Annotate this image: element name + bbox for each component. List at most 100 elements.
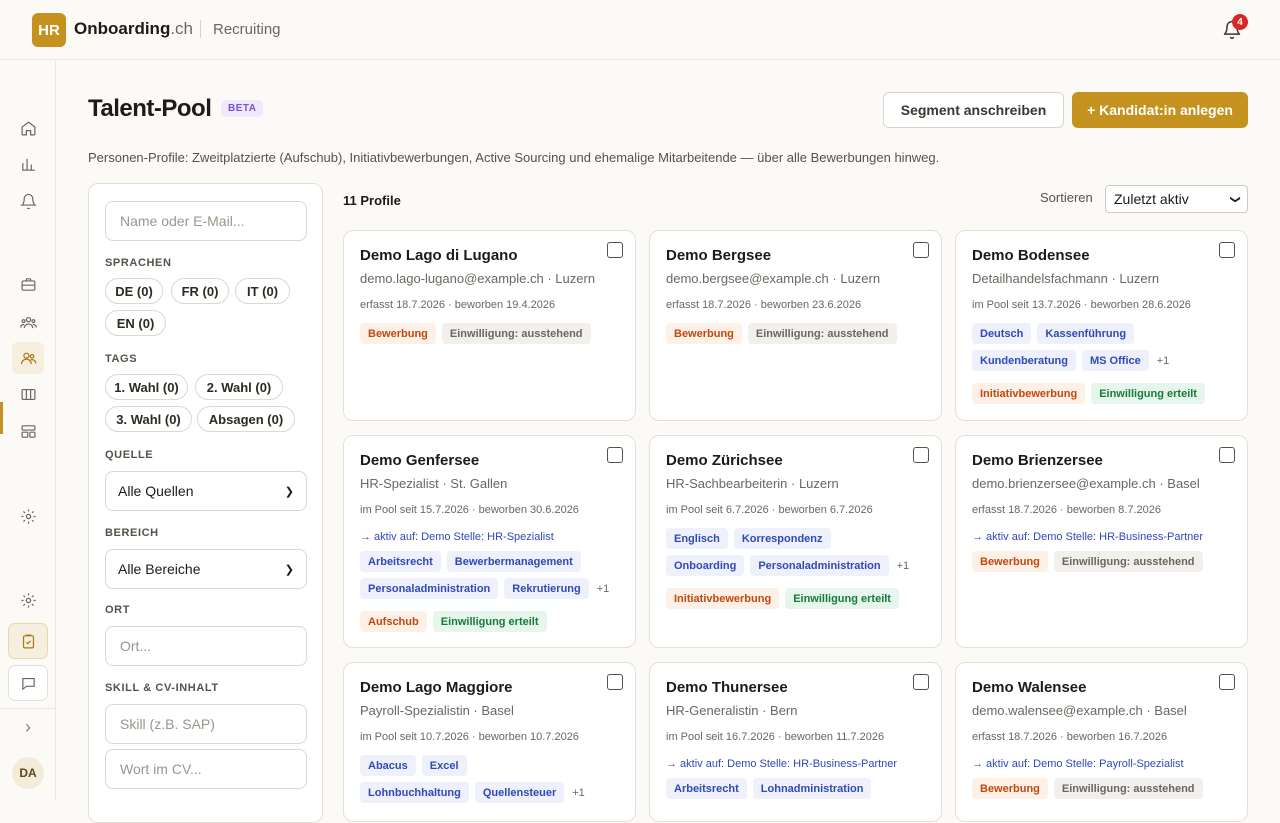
sidebar-item-notifications[interactable] <box>12 185 44 217</box>
active-application-link[interactable]: → aktiv auf: Demo Stelle: Payroll-Spezia… <box>972 758 1184 770</box>
location-input[interactable]: Ort... <box>105 626 307 666</box>
profile-count: 11 Profile <box>343 193 401 208</box>
sort-select-value: Zuletzt aktiv <box>1114 191 1189 207</box>
profile-card[interactable]: Demo Genfersee HR-Spezialist · St. Gallen… <box>343 435 636 648</box>
search-input[interactable]: Name oder E-Mail... <box>105 201 307 241</box>
skill-tag: Korrespondenz <box>733 528 831 549</box>
skill-tag: Onboarding <box>666 555 745 576</box>
profile-name[interactable]: Demo Lago di Lugano <box>360 247 518 264</box>
profile-name[interactable]: Demo Zürichsee <box>666 452 783 469</box>
sidebar-item-board[interactable] <box>12 378 44 410</box>
language-chip-de[interactable]: DE (0) <box>105 278 163 304</box>
status-row: Bewerbung Einwilligung: ausstehend <box>972 551 1203 572</box>
tag-chip-second[interactable]: 2. Wahl (0) <box>195 374 283 400</box>
select-checkbox[interactable] <box>913 674 929 690</box>
sidebar-item-settings[interactable] <box>12 584 44 616</box>
sort-label: Sortieren <box>1040 190 1093 205</box>
profile-name[interactable]: Demo Thunersee <box>666 679 788 696</box>
profile-card[interactable]: Demo Brienzersee demo.brienzersee@example… <box>955 435 1248 648</box>
select-checkbox[interactable] <box>1219 447 1235 463</box>
select-checkbox[interactable] <box>607 674 623 690</box>
segment-button[interactable]: Segment anschreiben <box>883 92 1064 128</box>
profile-name[interactable]: Demo Brienzersee <box>972 452 1103 469</box>
sidebar-item-talent-pool[interactable] <box>12 342 44 374</box>
chevron-down-icon: ❯ <box>284 485 294 498</box>
sidebar-button-checklist[interactable] <box>8 623 48 659</box>
logo[interactable]: HR <box>32 13 66 47</box>
skill-input[interactable]: Skill (z.B. SAP) <box>105 704 307 744</box>
sidebar-item-analytics[interactable] <box>12 148 44 180</box>
status-row: Initiativbewerbung Einwilligung erteilt <box>666 588 899 609</box>
chevron-down-icon: ❯ <box>284 563 294 576</box>
language-chip-fr[interactable]: FR (0) <box>171 278 229 304</box>
profile-card[interactable]: Demo Bodensee Detailhandelsfachmann · Luz… <box>955 230 1248 421</box>
skill-tag: MS Office <box>1082 350 1149 371</box>
select-checkbox[interactable] <box>607 447 623 463</box>
skill-tag: Personaladministration <box>360 578 499 599</box>
beta-badge: BETA <box>221 100 264 117</box>
top-bar: HR Onboarding.ch Recruiting 4 <box>0 0 1280 60</box>
filter-panel: Name oder E-Mail... SPRACHEN DE (0) FR (… <box>88 183 323 823</box>
sidebar-item-team[interactable] <box>12 306 44 338</box>
language-chip-en[interactable]: EN (0) <box>105 310 166 336</box>
status-badge: Einwilligung erteilt <box>1091 383 1205 404</box>
sidebar-item-layout[interactable] <box>12 415 44 447</box>
status-row: Bewerbung Einwilligung: ausstehend <box>360 323 591 344</box>
profile-card[interactable]: Demo Bergsee demo.bergsee@example.ch · Lu… <box>649 230 942 421</box>
sidebar-item-home[interactable] <box>12 112 44 144</box>
profile-card[interactable]: Demo Zürichsee HR-Sachbearbeiterin · Luze… <box>649 435 942 648</box>
active-application-link[interactable]: → aktiv auf: Demo Stelle: HR-Business-Pa… <box>666 758 897 770</box>
select-checkbox[interactable] <box>913 447 929 463</box>
area-select[interactable]: Alle Bereiche ❯ <box>105 549 307 589</box>
profile-dates: im Pool seit 15.7.2026 · beworben 30.6.2… <box>360 504 579 516</box>
skill-tag: Rekrutierung <box>504 578 589 599</box>
sidebar-item-jobs[interactable] <box>12 268 44 300</box>
tag-chip-third[interactable]: 3. Wahl (0) <box>105 406 192 432</box>
status-badge: Aufschub <box>360 611 427 632</box>
profile-name[interactable]: Demo Bergsee <box>666 247 771 264</box>
sidebar-button-chat[interactable] <box>8 665 48 701</box>
status-badge: Einwilligung: ausstehend <box>1053 778 1203 799</box>
people-icon <box>20 352 36 364</box>
status-badge: Bewerbung <box>666 323 742 344</box>
profile-name[interactable]: Demo Bodensee <box>972 247 1090 264</box>
profile-dates: erfasst 18.7.2026 · beworben 23.6.2026 <box>666 299 862 311</box>
brand-tld: .ch <box>170 19 194 38</box>
brand-name[interactable]: Onboarding.ch <box>74 19 193 39</box>
profile-card[interactable]: Demo Walensee demo.walensee@example.ch · … <box>955 662 1248 822</box>
profile-name[interactable]: Demo Walensee <box>972 679 1087 696</box>
avatar[interactable]: DA <box>12 757 44 789</box>
tag-chip-rejections[interactable]: Absagen (0) <box>197 406 295 432</box>
source-select[interactable]: Alle Quellen ❯ <box>105 471 307 511</box>
select-checkbox[interactable] <box>1219 242 1235 258</box>
bar-chart-icon <box>21 158 35 171</box>
profile-name[interactable]: Demo Genfersee <box>360 452 479 469</box>
page-title: Talent-Pool <box>88 95 212 122</box>
chevron-right-icon[interactable]: › <box>18 717 38 737</box>
profile-card[interactable]: Demo Thunersee HR-Generalistin · Bern im P… <box>649 662 942 822</box>
active-application-link[interactable]: → aktiv auf: Demo Stelle: HR-Business-Pa… <box>972 531 1203 543</box>
languages-label: SPRACHEN <box>105 257 172 269</box>
chat-icon <box>21 677 35 690</box>
language-chip-it[interactable]: IT (0) <box>235 278 290 304</box>
skill-tag-row: Kundenberatung MS Office +1 <box>972 350 1169 371</box>
active-application-link[interactable]: → aktiv auf: Demo Stelle: HR-Spezialist <box>360 531 554 543</box>
tags-label: TAGS <box>105 353 138 365</box>
status-badge: Einwilligung erteilt <box>432 611 547 632</box>
select-checkbox[interactable] <box>1219 674 1235 690</box>
profile-card[interactable]: Demo Lago di Lugano demo.lago-lugano@exam… <box>343 230 636 421</box>
profile-name[interactable]: Demo Lago Maggiore <box>360 679 513 696</box>
add-candidate-button[interactable]: + Kandidat:in anlegen <box>1072 92 1248 128</box>
select-checkbox[interactable] <box>607 242 623 258</box>
skill-label: SKILL & CV-INHALT <box>105 682 219 694</box>
skill-tag-row: Onboarding Personaladministration +1 <box>666 555 909 576</box>
status-badge: Bewerbung <box>972 551 1048 572</box>
select-checkbox[interactable] <box>913 242 929 258</box>
sidebar-item-config[interactable] <box>12 500 44 532</box>
tag-chip-first[interactable]: 1. Wahl (0) <box>105 374 188 400</box>
users-icon <box>19 316 37 328</box>
profile-card[interactable]: Demo Lago Maggiore Payroll-Spezialistin ·… <box>343 662 636 822</box>
cv-search-input[interactable]: Wort im CV... <box>105 749 307 789</box>
status-badge: Initiativbewerbung <box>972 383 1086 404</box>
sort-select[interactable]: Zuletzt aktiv ❯ <box>1105 185 1248 213</box>
